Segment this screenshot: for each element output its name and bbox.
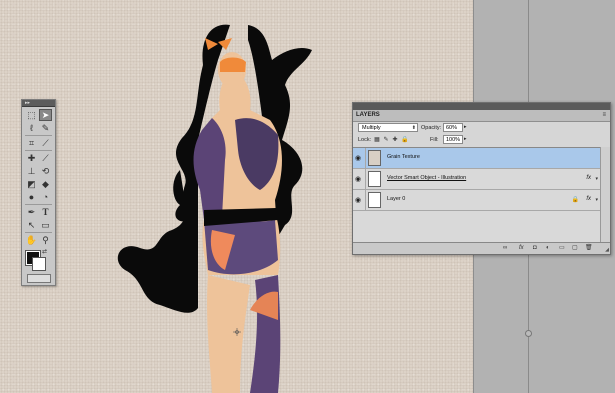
paint-bucket-tool-icon[interactable]: ◆ (39, 178, 52, 190)
path-selection-tool-icon[interactable]: ↖ (25, 219, 38, 231)
layer-list: ◉ Grain Texture ◉ Vector Smart Object - … (353, 147, 610, 243)
layer-effects-icon[interactable]: fx (586, 175, 591, 181)
eyedropper-tool-icon[interactable]: ⟋ (39, 137, 52, 149)
add-layer-style-icon[interactable]: fx (519, 245, 524, 252)
lock-icon: 🔒 (571, 197, 579, 203)
blend-mode-select[interactable]: Multiply ⬍ (358, 123, 418, 132)
panel-menu-icon[interactable]: ≡ (602, 112, 606, 118)
type-tool-icon[interactable]: T (39, 206, 52, 218)
move-tool-icon[interactable]: ➤ (39, 109, 52, 121)
brush-tool-icon[interactable]: ⟋ (39, 152, 52, 164)
link-layers-icon[interactable]: ∞ (503, 245, 507, 252)
lock-position-icon[interactable]: ✚ (392, 137, 398, 143)
new-layer-icon[interactable]: ▢ (572, 245, 578, 252)
eraser-tool-icon[interactable]: ◩ (25, 178, 38, 190)
layers-panel: LAYERS ≡ Multiply ⬍ Opacity: 60% ▸ Lock: … (352, 102, 611, 255)
crop-tool-icon[interactable]: ⌗ (25, 137, 38, 149)
eye-icon[interactable]: ◉ (355, 196, 363, 204)
marquee-tool-icon[interactable]: ⬚ (25, 109, 38, 121)
shape-tool-icon[interactable]: ▭ (39, 219, 52, 231)
clone-stamp-tool-icon[interactable]: ⊥ (25, 165, 38, 177)
zoom-tool-icon[interactable]: ⚲ (39, 234, 52, 246)
fill-dropdown-icon[interactable]: ▸ (464, 136, 467, 142)
tab-layers[interactable]: LAYERS (356, 112, 380, 118)
new-group-icon[interactable]: ▭ (559, 245, 565, 252)
swap-colors-icon[interactable]: ⇄ (42, 248, 47, 255)
eye-icon[interactable]: ◉ (355, 175, 363, 183)
expand-effects-icon[interactable]: ▾ (595, 176, 598, 182)
pen-tool-icon[interactable]: ✒ (25, 206, 38, 218)
lock-transparent-pixels-icon[interactable]: ▦ (374, 137, 380, 143)
dodge-tool-icon[interactable]: ◔ (39, 191, 52, 203)
fill-label: Fill: (430, 137, 439, 143)
lock-label: Lock: (358, 137, 372, 143)
smart-object-thumbnail (368, 171, 381, 187)
layer-divider (365, 190, 366, 210)
blur-tool-icon[interactable]: ● (25, 191, 38, 203)
layer-name[interactable]: Layer 0 (387, 196, 405, 202)
tools-divider (25, 204, 52, 205)
tools-panel: ▸▸ ⬚ ➤ ℓ ✎ ⌗ ⟋ ✚ ⟋ ⊥ ⟲ ◩ ◆ ● ◔ ✒ T ↖ ▭ ✋… (21, 99, 56, 286)
spot-healing-tool-icon[interactable]: ✚ (25, 152, 38, 164)
illustration-artwork (117, 24, 312, 393)
tools-divider (25, 232, 52, 233)
opacity-field[interactable]: 60% (443, 123, 463, 132)
layer-list-scrollbar[interactable] (600, 147, 610, 242)
lock-fill-row: Lock: ▦ ✎ ✚ 🔒 Fill: 100% ▸ (353, 134, 610, 146)
history-brush-tool-icon[interactable]: ⟲ (39, 165, 52, 177)
blend-mode-value: Multiply (362, 125, 381, 131)
layer-effects-icon[interactable]: fx (586, 196, 591, 202)
guide-handle[interactable] (525, 330, 532, 337)
layer-row-layer-0[interactable]: ◉ Layer 0 🔒 fx ▾ (353, 190, 601, 211)
tools-divider (25, 150, 52, 151)
quick-mask-button[interactable] (27, 274, 51, 283)
quick-selection-tool-icon[interactable]: ✎ (39, 122, 52, 134)
layers-panel-footer: ∞ fx ◘ ◐ ▭ ▢ 🗑 ◢ (353, 242, 610, 254)
add-mask-icon[interactable]: ◘ (533, 245, 537, 252)
layer-row-vector-smart-object[interactable]: ◉ Vector Smart Object - Illustration fx … (353, 169, 601, 190)
blend-opacity-row: Multiply ⬍ Opacity: 60% ▸ (353, 122, 610, 134)
hand-tool-icon[interactable]: ✋ (25, 234, 38, 246)
opacity-label: Opacity: (421, 125, 442, 131)
lock-all-icon[interactable]: 🔒 (401, 137, 408, 143)
chevron-down-icon: ⬍ (411, 125, 416, 131)
delete-layer-icon[interactable]: 🗑 (585, 245, 593, 252)
layer-thumbnail (368, 192, 381, 208)
lasso-tool-icon[interactable]: ℓ (25, 122, 38, 134)
collapse-arrows-icon[interactable]: ▸▸ (25, 100, 30, 106)
background-color-swatch[interactable] (32, 257, 46, 271)
layer-divider (365, 148, 366, 168)
tools-panel-grip[interactable]: ▸▸ (22, 100, 55, 107)
layer-name[interactable]: Vector Smart Object - Illustration (387, 175, 466, 181)
layers-panel-grip[interactable] (353, 103, 610, 110)
tools-divider (25, 135, 52, 136)
layer-divider (365, 169, 366, 189)
fill-field[interactable]: 100% (443, 135, 463, 144)
eye-icon[interactable]: ◉ (355, 154, 363, 162)
layer-name[interactable]: Grain Texture (387, 154, 420, 160)
resize-grip-icon[interactable]: ◢ (605, 247, 609, 253)
layer-row-grain-texture[interactable]: ◉ Grain Texture (353, 148, 601, 169)
lock-image-pixels-icon[interactable]: ✎ (383, 137, 389, 143)
expand-effects-icon[interactable]: ▾ (595, 197, 598, 203)
layer-thumbnail (368, 150, 381, 166)
opacity-dropdown-icon[interactable]: ▸ (464, 124, 467, 130)
new-adjustment-layer-icon[interactable]: ◐ (546, 245, 550, 252)
